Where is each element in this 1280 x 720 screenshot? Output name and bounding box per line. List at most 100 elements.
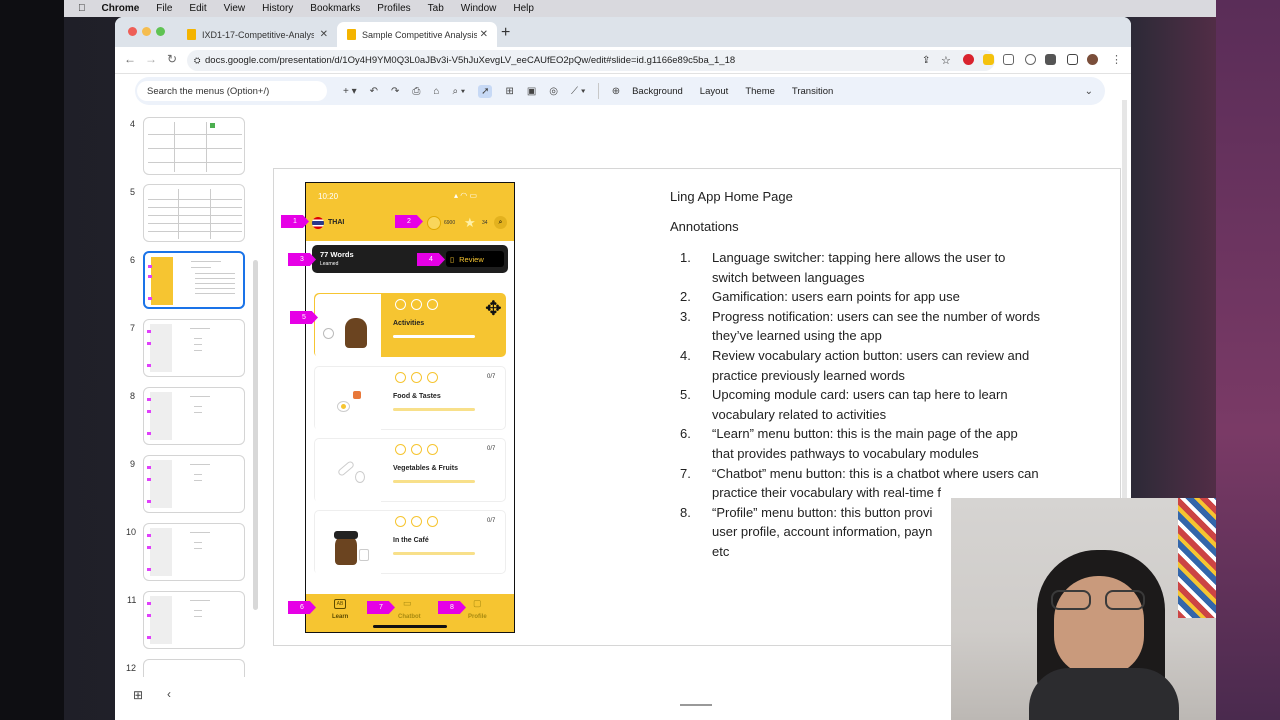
new-slide-icon[interactable]: + ▾ — [343, 86, 357, 97]
new-tab-icon[interactable]: + — [501, 24, 510, 42]
menu-window[interactable]: Window — [461, 3, 497, 14]
reload-icon[interactable]: ↻ — [167, 52, 177, 66]
search-menus-input[interactable]: Search the menus (Option+/) — [137, 81, 327, 101]
profile-avatar[interactable] — [1087, 54, 1098, 65]
annotation-item: 2. Gamification: users earn points for ap… — [670, 287, 1090, 307]
comment-icon[interactable]: ⊕ — [612, 86, 620, 97]
smiley-icon — [411, 516, 422, 527]
minimize-window-button[interactable] — [142, 27, 151, 36]
shape-icon[interactable]: ◎ — [549, 86, 558, 97]
words-learned-banner: 77 Words Learned ▯ Review — [312, 245, 508, 273]
redo-icon[interactable]: ↷ — [391, 86, 399, 97]
search-icon[interactable]: ⌕ — [494, 216, 507, 229]
slide-thumbnail-4[interactable] — [143, 117, 245, 175]
tab-ixd1[interactable]: IXD1-17-Competitive-Analysis ✕ — [177, 22, 337, 47]
close-tab-icon[interactable]: ✕ — [480, 29, 488, 40]
card-title: In the Café — [393, 537, 429, 544]
slide-thumbnail-8[interactable] — [143, 387, 245, 445]
back-icon[interactable]: ← — [124, 52, 136, 66]
image-icon[interactable]: ▣ — [527, 86, 536, 97]
annotation-number: 8. — [680, 504, 691, 520]
slide-thumbnail-10[interactable] — [143, 523, 245, 581]
slides-favicon-icon — [347, 29, 356, 40]
zoom-window-button[interactable] — [156, 27, 165, 36]
undo-icon[interactable]: ↶ — [370, 86, 378, 97]
slide-thumbnail-6-selected[interactable] — [143, 251, 245, 309]
extension-yellow-icon[interactable] — [983, 54, 994, 65]
extensions-puzzle-icon[interactable] — [1045, 54, 1056, 65]
review-button[interactable]: ▯ Review — [446, 251, 504, 267]
smiley-icon — [395, 372, 406, 383]
paint-format-icon[interactable]: ⌂ — [433, 86, 439, 97]
profile-tab[interactable]: Profile — [468, 614, 487, 620]
thai-flag-icon[interactable] — [312, 217, 324, 229]
omnibox[interactable]: ⛭ docs.google.com/presentation/d/1Oy4H9Y… — [187, 50, 995, 71]
webcam-overlay — [951, 498, 1216, 720]
module-card-activities[interactable]: Activities ✥ — [314, 293, 506, 358]
slide-number: 8 — [130, 391, 136, 401]
slide-thumbnail-9[interactable] — [143, 455, 245, 513]
annotation-number: 4. — [680, 347, 691, 363]
menu-help[interactable]: Help — [513, 3, 534, 14]
line-icon[interactable]: ⟋ ▾ — [571, 86, 586, 97]
menu-tab[interactable]: Tab — [428, 3, 444, 14]
annotation-line: they’ve learned using the app — [712, 328, 882, 344]
menu-bookmarks[interactable]: Bookmarks — [310, 3, 360, 14]
review-cards-icon: ▯ — [450, 254, 455, 264]
grid-view-icon[interactable]: ⊞ — [133, 688, 143, 702]
desktop-right-edge — [1216, 0, 1280, 720]
text-box-icon[interactable]: ⊞ — [505, 86, 513, 97]
site-info-icon[interactable]: ⛭ — [194, 56, 200, 66]
phone-bottom-nav: AB Learn ▭ Chatbot ▢ Profile — [306, 594, 514, 632]
close-tab-icon[interactable]: ✕ — [320, 29, 328, 40]
transition-button[interactable]: Transition — [792, 86, 833, 97]
menu-history[interactable]: History — [262, 3, 293, 14]
slide-number: 11 — [127, 595, 137, 605]
slide-thumbnail-7[interactable] — [143, 319, 245, 377]
menu-profiles[interactable]: Profiles — [377, 3, 410, 14]
module-card-food-tastes[interactable]: 0/7 Food & Tastes — [314, 366, 506, 431]
url-text: docs.google.com/presentation/d/1Oy4H9YM0… — [205, 55, 736, 66]
extension-red-icon[interactable] — [963, 54, 974, 65]
smiley-icon — [395, 444, 406, 455]
extension-circle-icon[interactable] — [1025, 54, 1036, 65]
collapse-chevron-icon[interactable]: ⌄ — [1085, 86, 1093, 97]
canvas-scrollbar[interactable] — [1122, 100, 1127, 500]
extension-grid-icon[interactable] — [1003, 54, 1014, 65]
forward-icon[interactable]: → — [145, 52, 157, 66]
annotation-line: switch between languages — [712, 269, 865, 285]
menu-chrome[interactable]: Chrome — [102, 3, 140, 14]
slide-thumbnail-5[interactable] — [143, 184, 245, 242]
menu-view[interactable]: View — [224, 3, 246, 14]
print-icon[interactable]: ⎙ — [412, 86, 420, 97]
speaker-notes-handle[interactable] — [680, 704, 712, 706]
layout-button[interactable]: Layout — [700, 86, 729, 97]
filmstrip-scrollbar[interactable] — [253, 260, 258, 610]
side-panel-icon[interactable] — [1067, 54, 1078, 65]
zoom-icon[interactable]: ⌕ ▾ — [452, 86, 465, 97]
language-label[interactable]: THAI — [328, 219, 344, 226]
module-card-in-the-cafe[interactable]: 0/7 In the Café — [314, 510, 506, 575]
annotation-line: “Chatbot” menu button: this is a chatbot… — [712, 465, 1039, 481]
slides-favicon-icon — [187, 29, 196, 40]
slide-number: 9 — [130, 459, 136, 469]
background-button[interactable]: Background — [632, 86, 683, 97]
browser-menu-icon[interactable]: ⋮ — [1111, 53, 1122, 66]
card-count: 0/7 — [487, 374, 496, 380]
learn-tab[interactable]: Learn — [332, 614, 348, 620]
chatbot-tab[interactable]: Chatbot — [398, 614, 421, 620]
collapse-filmstrip-icon[interactable]: ‹ — [167, 687, 171, 701]
bookmark-star-icon[interactable]: ☆ — [941, 54, 951, 67]
tab-sample-competitive-analysis[interactable]: Sample Competitive Analysis ✕ — [337, 22, 497, 47]
menu-file[interactable]: File — [156, 3, 172, 14]
select-cursor-icon[interactable]: ➚ — [478, 84, 493, 98]
theme-button[interactable]: Theme — [745, 86, 775, 97]
slide-thumbnail-12[interactable] — [143, 659, 245, 677]
apple-icon[interactable]:  — [78, 3, 86, 14]
slide-number: 4 — [130, 119, 136, 129]
share-icon[interactable]: ⇪ — [922, 55, 930, 66]
menu-edit[interactable]: Edit — [189, 3, 206, 14]
slide-thumbnail-11[interactable] — [143, 591, 245, 649]
close-window-button[interactable] — [128, 27, 137, 36]
module-card-vegetables-fruits[interactable]: 0/7 Vegetables & Fruits — [314, 438, 506, 503]
